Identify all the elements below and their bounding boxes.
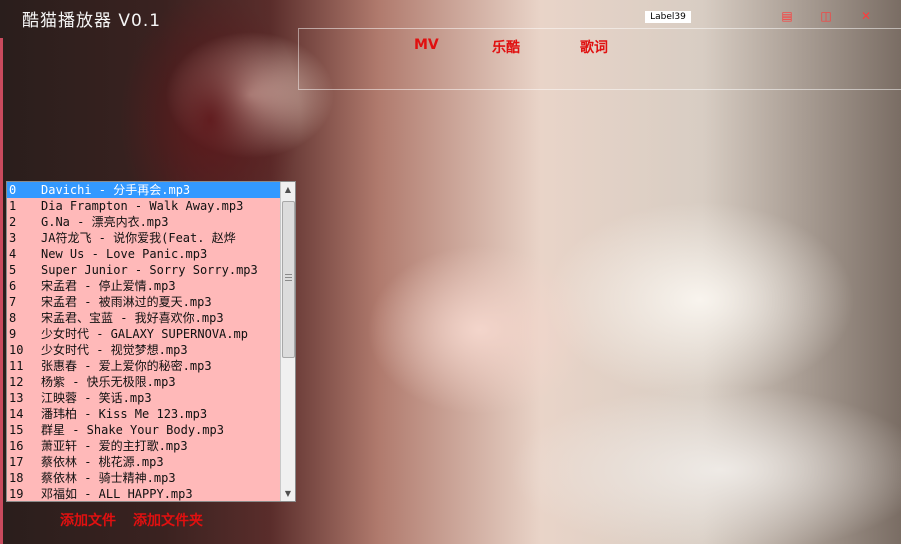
playlist-item-index: 15 <box>9 423 24 437</box>
tab-lyrics[interactable]: 歌词 <box>580 37 608 57</box>
playlist-item[interactable]: 7 宋孟君 - 被雨淋过的夏天.mp3 <box>7 294 281 310</box>
add-folder-button[interactable]: 添加文件夹 <box>133 510 203 530</box>
playlist-item[interactable]: 8 宋孟君、宝蓝 - 我好喜欢你.mp3 <box>7 310 281 326</box>
playlist-item[interactable]: 0 Davichi - 分手再会.mp3 <box>7 182 281 198</box>
playlist-item-index: 1 <box>9 199 17 213</box>
playlist-item[interactable]: 6 宋孟君 - 停止爱情.mp3 <box>7 278 281 294</box>
playlist-item-name: 少女时代 - 视觉梦想.mp3 <box>41 343 188 357</box>
playlist-item-name: 萧亚轩 - 爱的主打歌.mp3 <box>41 439 188 453</box>
playlist-item-index: 3 <box>9 231 17 245</box>
playlist-item-index: 11 <box>9 359 24 373</box>
playlist-item-index: 19 <box>9 487 24 501</box>
playlist-rows: 0 Davichi - 分手再会.mp3 1 Dia Frampton - Walk … <box>7 182 281 501</box>
playlist-item[interactable]: 16 萧亚轩 - 爱的主打歌.mp3 <box>7 438 281 454</box>
grip-icon <box>285 274 292 283</box>
playlist-item[interactable]: 10 少女时代 - 视觉梦想.mp3 <box>7 342 281 358</box>
scroll-up-icon[interactable]: ▲ <box>281 182 295 197</box>
playlist-item-name: 蔡依林 - 桃花源.mp3 <box>41 455 164 469</box>
playlist-item-name: 江映蓉 - 笑话.mp3 <box>41 391 152 405</box>
restore-icon[interactable]: ◫ <box>820 10 832 22</box>
playlist-item-name: 潘玮柏 - Kiss Me 123.mp3 <box>41 407 208 421</box>
playlist-item-name: JA符龙飞 - 说你爱我(Feat. 赵烨 <box>41 231 236 245</box>
playlist-item-index: 0 <box>9 183 17 197</box>
playlist-item-index: 2 <box>9 215 17 229</box>
playlist-item[interactable]: 15 群星 - Shake Your Body.mp3 <box>7 422 281 438</box>
playlist-item-index: 4 <box>9 247 17 261</box>
playlist-item-name: Davichi - 分手再会.mp3 <box>41 183 191 197</box>
playlist-item-index: 14 <box>9 407 24 421</box>
playlist-item[interactable]: 19 邓福如 - ALL HAPPY.mp3 <box>7 486 281 501</box>
playlist-item[interactable]: 18 蔡依林 - 骑士精神.mp3 <box>7 470 281 486</box>
playlist-item[interactable]: 9 少女时代 - GALAXY SUPERNOVA.mp <box>7 326 281 342</box>
playlist-scrollbar[interactable]: ▲ ▼ <box>280 182 295 501</box>
scroll-thumb[interactable] <box>282 201 295 358</box>
playlist-item-index: 13 <box>9 391 24 405</box>
playlist-item-name: 蔡依林 - 骑士精神.mp3 <box>41 471 176 485</box>
playlist-item-name: 群星 - Shake Your Body.mp3 <box>41 423 224 437</box>
playlist[interactable]: 0 Davichi - 分手再会.mp3 1 Dia Frampton - Walk … <box>6 181 296 502</box>
playlist-item[interactable]: 14 潘玮柏 - Kiss Me 123.mp3 <box>7 406 281 422</box>
playlist-item[interactable]: 17 蔡依林 - 桃花源.mp3 <box>7 454 281 470</box>
playlist-item-name: 邓福如 - ALL HAPPY.mp3 <box>41 487 193 501</box>
playlist-item-index: 5 <box>9 263 17 277</box>
label39: Label39 <box>645 11 691 23</box>
playlist-item[interactable]: 1 Dia Frampton - Walk Away.mp3 <box>7 198 281 214</box>
playlist-item[interactable]: 11 张惠春 - 爱上爱你的秘密.mp3 <box>7 358 281 374</box>
playlist-item-index: 8 <box>9 311 17 325</box>
playlist-item[interactable]: 4 New Us - Love Panic.mp3 <box>7 246 281 262</box>
playlist-item-name: 杨紫 - 快乐无极限.mp3 <box>41 375 176 389</box>
playlist-item-index: 18 <box>9 471 24 485</box>
close-icon[interactable]: ✕ <box>860 10 872 22</box>
playlist-item[interactable]: 12 杨紫 - 快乐无极限.mp3 <box>7 374 281 390</box>
playlist-item-index: 12 <box>9 375 24 389</box>
playlist-item-index: 16 <box>9 439 24 453</box>
tab-leku[interactable]: 乐酷 <box>492 37 520 57</box>
playlist-item-name: 张惠春 - 爱上爱你的秘密.mp3 <box>41 359 212 373</box>
add-file-button[interactable]: 添加文件 <box>60 510 116 530</box>
scroll-down-icon[interactable]: ▼ <box>281 486 295 501</box>
playlist-item-name: G.Na - 漂亮内衣.mp3 <box>41 215 169 229</box>
playlist-item-index: 9 <box>9 327 17 341</box>
playlist-item-name: Super Junior - Sorry Sorry.mp3 <box>41 263 258 277</box>
playlist-item[interactable]: 2 G.Na - 漂亮内衣.mp3 <box>7 214 281 230</box>
playlist-item[interactable]: 3 JA符龙飞 - 说你爱我(Feat. 赵烨 <box>7 230 281 246</box>
minimize-icon[interactable]: ▤ <box>781 10 793 22</box>
tab-mv[interactable]: MV <box>414 37 439 53</box>
left-accent-bar <box>0 38 3 544</box>
playlist-item-name: Dia Frampton - Walk Away.mp3 <box>41 199 244 213</box>
playlist-item-name: 宋孟君 - 停止爱情.mp3 <box>41 279 176 293</box>
playlist-item-index: 17 <box>9 455 24 469</box>
app-title: 酷猫播放器 V0.1 <box>22 11 162 31</box>
playlist-item-name: 宋孟君、宝蓝 - 我好喜欢你.mp3 <box>41 311 224 325</box>
playlist-item-name: 少女时代 - GALAXY SUPERNOVA.mp <box>41 327 248 341</box>
playlist-item-name: New Us - Love Panic.mp3 <box>41 247 208 261</box>
playlist-item-index: 10 <box>9 343 24 357</box>
playlist-item-name: 宋孟君 - 被雨淋过的夏天.mp3 <box>41 295 212 309</box>
playlist-item[interactable]: 5 Super Junior - Sorry Sorry.mp3 <box>7 262 281 278</box>
playlist-item-index: 7 <box>9 295 17 309</box>
playlist-item-index: 6 <box>9 279 17 293</box>
playlist-item[interactable]: 13 江映蓉 - 笑话.mp3 <box>7 390 281 406</box>
